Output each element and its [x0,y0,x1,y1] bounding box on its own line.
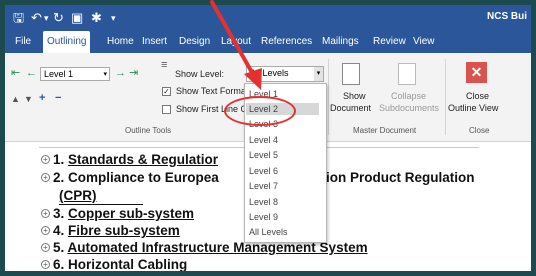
annotation-arrow [210,0,262,90]
